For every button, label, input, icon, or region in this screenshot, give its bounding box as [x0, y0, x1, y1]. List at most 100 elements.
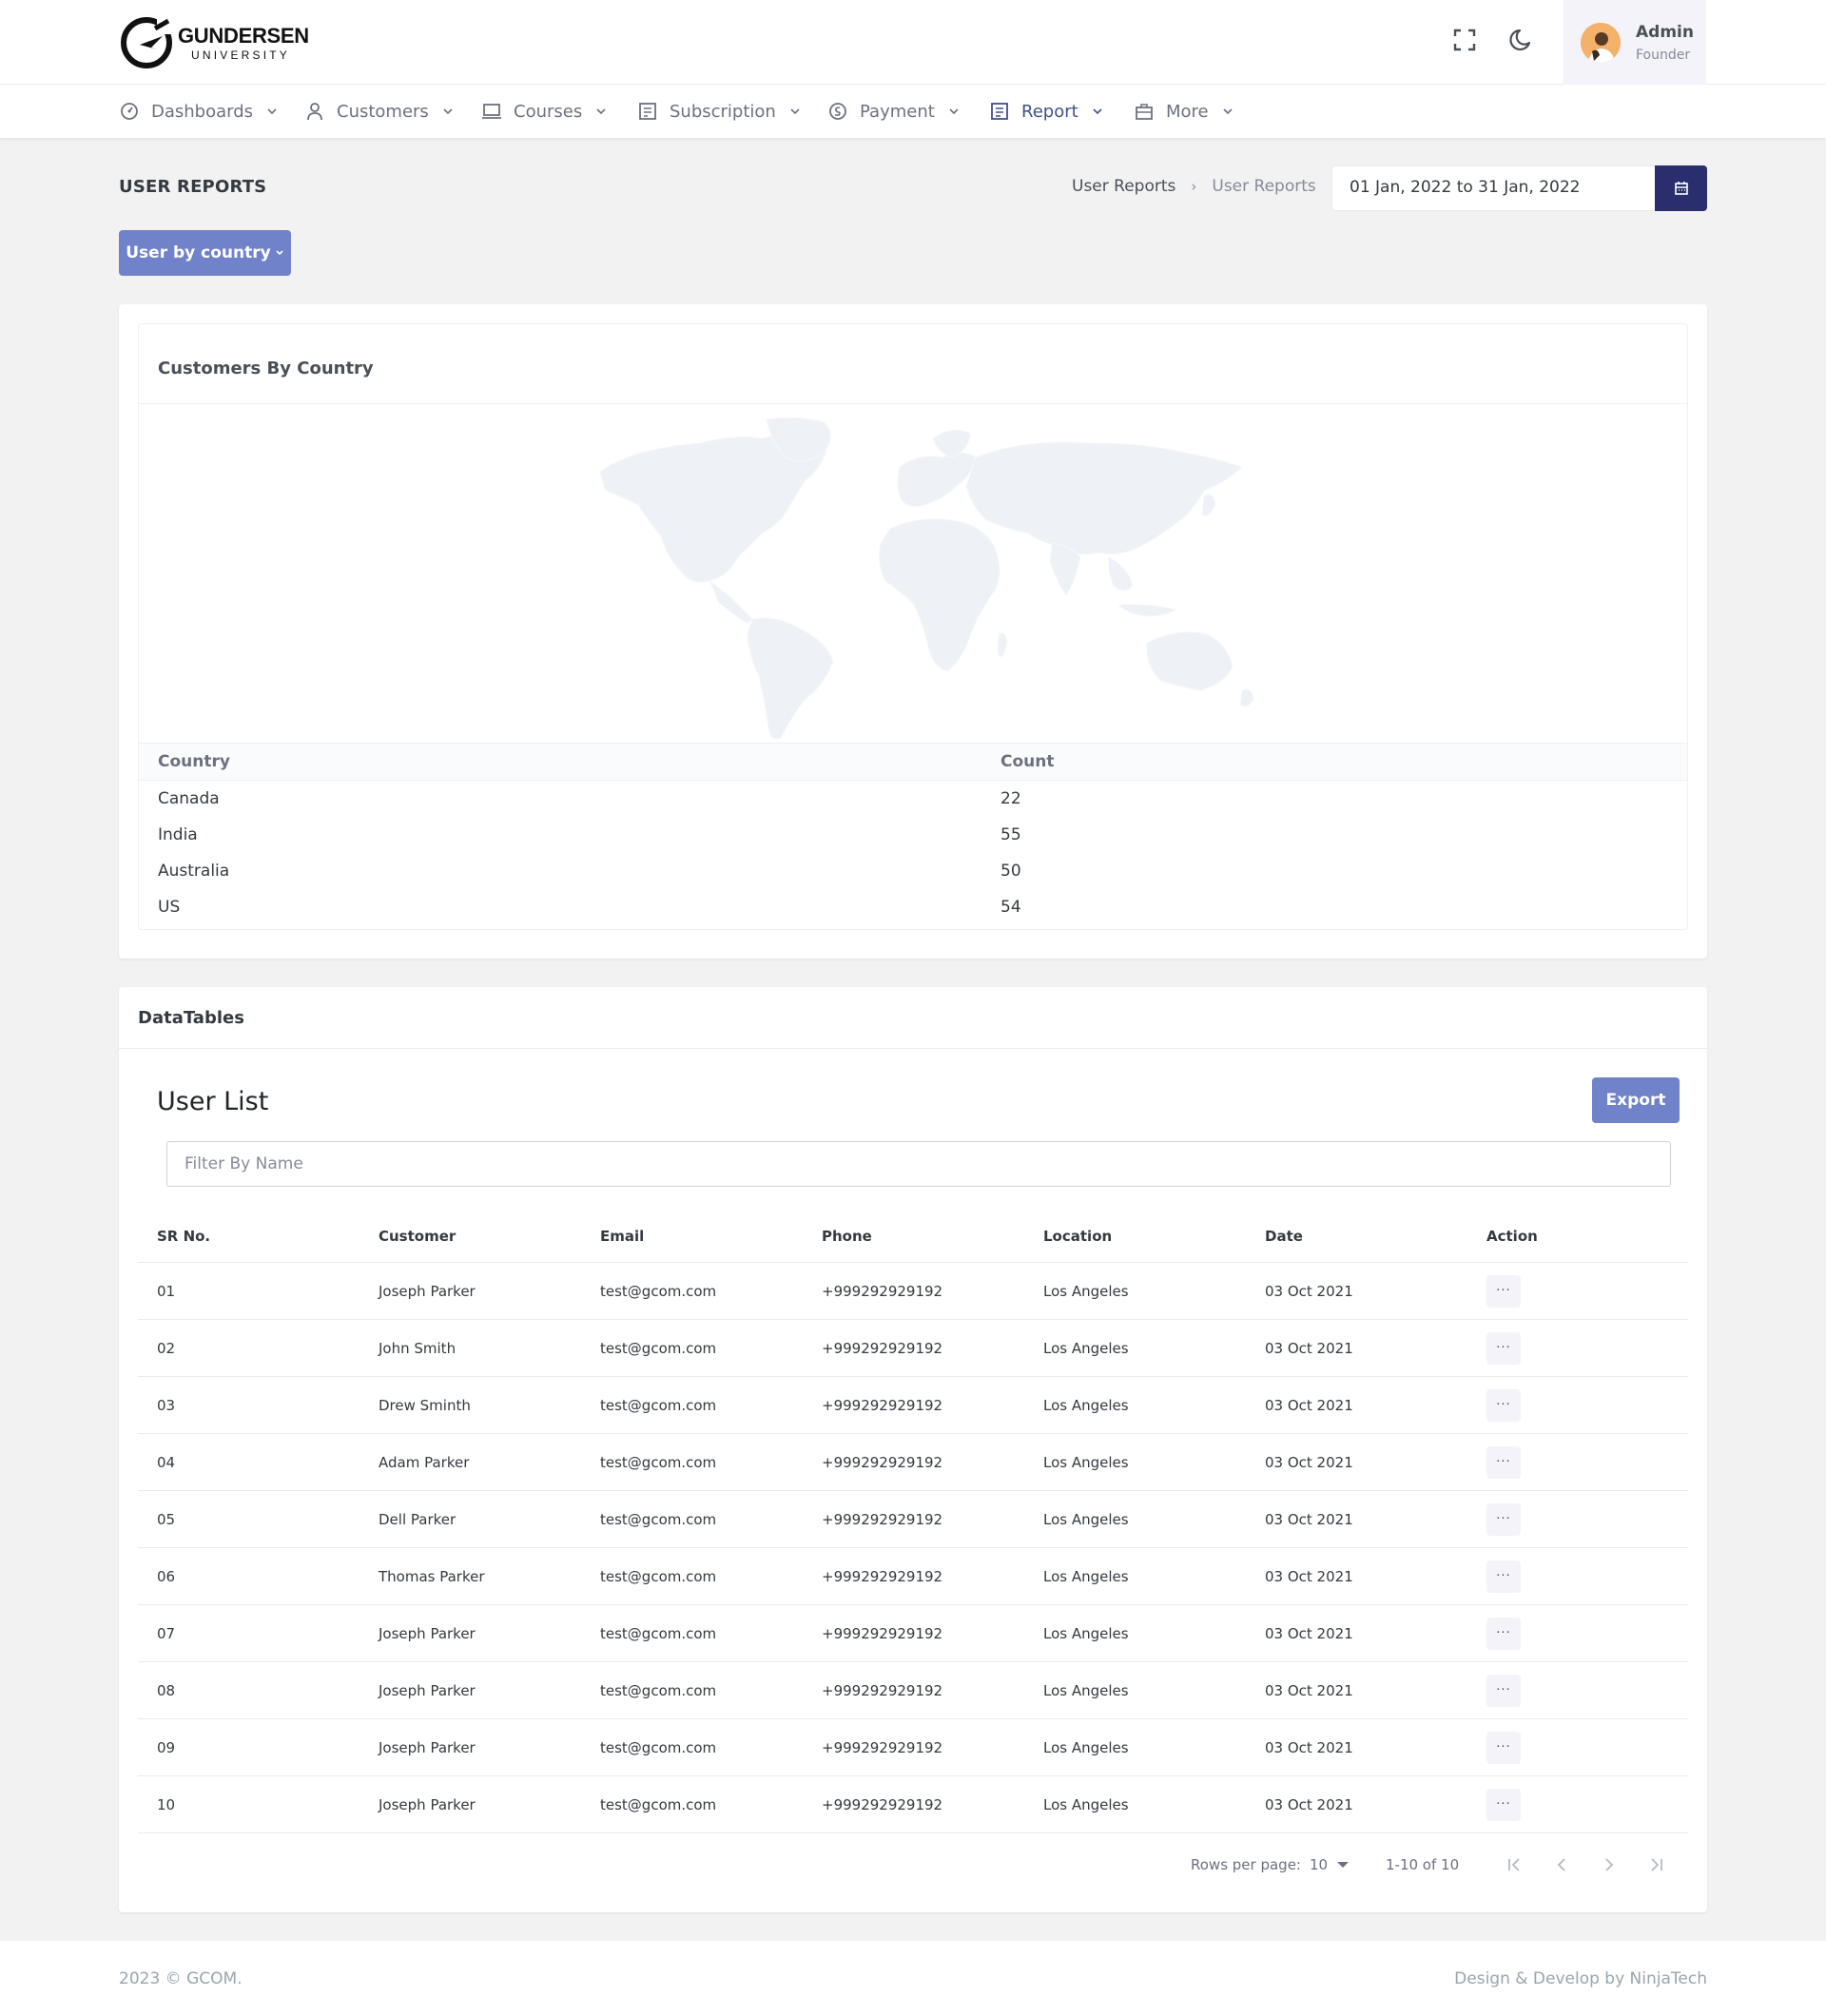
column-header-sr[interactable]: SR No.	[138, 1228, 359, 1245]
rows-per-page-select[interactable]: 10	[1310, 1856, 1350, 1873]
user-list-title: User List	[157, 1087, 269, 1116]
column-header-country: Country	[158, 752, 230, 771]
user-profile-dropdown[interactable]: Admin Founder	[1564, 0, 1706, 85]
chevron-down-icon	[596, 108, 606, 115]
customer-cell: Joseph Parker	[379, 1624, 476, 1642]
chevron-right-icon	[1605, 1858, 1614, 1871]
nav-label: Customers	[337, 101, 429, 122]
column-header-count: Count	[1000, 752, 1055, 771]
first-page-button[interactable]	[1500, 1851, 1528, 1879]
chevron-down-icon	[790, 108, 800, 115]
date-cell: 03 Oct 2021	[1265, 1453, 1353, 1471]
column-header-date[interactable]: Date	[1246, 1228, 1467, 1245]
nav-courses[interactable]: Courses	[481, 85, 607, 138]
more-actions-button[interactable]: ···	[1486, 1788, 1521, 1821]
date-cell: 03 Oct 2021	[1265, 1396, 1353, 1414]
world-map	[139, 405, 1687, 743]
nav-dashboards[interactable]: Dashboards	[119, 85, 278, 138]
email-cell: test@gcom.com	[600, 1510, 717, 1528]
action-cell: ···	[1467, 1331, 1688, 1365]
more-actions-button[interactable]: ···	[1486, 1731, 1521, 1764]
column-header-customer[interactable]: Customer	[359, 1228, 581, 1245]
country-table: Country Count Canada 22 India 55 Austral…	[139, 743, 1687, 925]
footer: 2023 © GCOM. Design & Develop by NinjaTe…	[0, 1941, 1826, 2016]
location-cell: Los Angeles	[1043, 1453, 1129, 1471]
more-actions-button[interactable]: ···	[1486, 1617, 1521, 1650]
nav-label: Courses	[514, 101, 583, 122]
more-actions-button[interactable]: ···	[1486, 1274, 1521, 1308]
brand-name: GUNDERSEN	[178, 23, 309, 48]
nav-report[interactable]: Report	[989, 85, 1103, 138]
action-cell: ···	[1467, 1674, 1688, 1707]
first-page-icon	[1508, 1858, 1520, 1871]
action-cell: ···	[1467, 1274, 1688, 1308]
previous-page-button[interactable]	[1547, 1851, 1576, 1879]
count-cell: 22	[1000, 789, 1021, 808]
card-title: Customers By Country	[139, 324, 1687, 404]
brand-logo[interactable]: GUNDERSEN UNIVERSITY	[119, 15, 309, 70]
email-cell: test@gcom.com	[600, 1681, 717, 1699]
coins-icon	[829, 103, 846, 120]
table-row: US 54	[139, 889, 1687, 925]
action-cell: ···	[1467, 1560, 1688, 1593]
chevron-down-icon	[1223, 108, 1233, 115]
table-row: 06 Thomas Parker test@gcom.com +99929292919…	[138, 1548, 1688, 1605]
user-icon	[307, 103, 322, 121]
location-cell: Los Angeles	[1043, 1738, 1129, 1756]
moon-icon[interactable]	[1506, 27, 1533, 53]
phone-cell: +999292929192	[822, 1510, 943, 1528]
customer-cell: Joseph Parker	[379, 1681, 476, 1699]
email-cell: test@gcom.com	[600, 1282, 717, 1300]
report-icon	[991, 103, 1008, 120]
card-title: DataTables	[119, 987, 1707, 1049]
country-cell: Canada	[158, 789, 220, 808]
filter-by-name-input[interactable]	[166, 1141, 1671, 1187]
customers-by-country-card: Customers By Country Country Count Canad…	[119, 304, 1707, 959]
phone-cell: +999292929192	[822, 1339, 943, 1357]
country-cell: US	[158, 898, 181, 917]
email-cell: test@gcom.com	[600, 1396, 717, 1414]
phone-cell: +999292929192	[822, 1681, 943, 1699]
table-body: 01 Joseph Parker test@gcom.com +99929292919…	[138, 1263, 1688, 1833]
column-header-email[interactable]: Email	[581, 1228, 803, 1245]
breadcrumb-link[interactable]: User Reports	[1072, 177, 1175, 196]
more-actions-button[interactable]: ···	[1486, 1331, 1521, 1365]
more-actions-button[interactable]: ···	[1486, 1388, 1521, 1422]
nav-subscription[interactable]: Subscription	[637, 85, 801, 138]
more-actions-button[interactable]: ···	[1486, 1560, 1521, 1593]
action-cell: ···	[1467, 1502, 1688, 1536]
nav-more[interactable]: More	[1134, 85, 1234, 138]
more-actions-button[interactable]: ···	[1486, 1445, 1521, 1479]
date-cell: 03 Oct 2021	[1265, 1282, 1353, 1300]
column-header-location[interactable]: Location	[1024, 1228, 1246, 1245]
date-cell: 03 Oct 2021	[1265, 1624, 1353, 1642]
nav-customers[interactable]: Customers	[304, 85, 454, 138]
next-page-button[interactable]	[1595, 1851, 1623, 1879]
column-header-phone[interactable]: Phone	[803, 1228, 1024, 1245]
more-actions-button[interactable]: ···	[1486, 1674, 1521, 1707]
user-by-country-dropdown[interactable]: User by country	[119, 230, 291, 276]
export-button[interactable]: Export	[1592, 1077, 1680, 1123]
count-cell: 55	[1000, 825, 1021, 844]
action-cell: ···	[1467, 1388, 1688, 1422]
table-row: 05 Dell Parker test@gcom.com +999292929192 L…	[138, 1491, 1688, 1548]
fullscreen-icon[interactable]	[1451, 27, 1478, 53]
customer-cell: Joseph Parker	[379, 1738, 476, 1756]
customer-cell: John Smith	[379, 1339, 456, 1357]
action-cell: ···	[1467, 1731, 1688, 1764]
customer-cell: Drew Sminth	[379, 1396, 471, 1414]
more-actions-button[interactable]: ···	[1486, 1502, 1521, 1536]
pagination: Rows per page: 10 1-10 of 10	[119, 1851, 1707, 1879]
table-header: SR No. Customer Email Phone Location Dat…	[138, 1210, 1688, 1263]
page-title: USER REPORTS	[119, 177, 267, 197]
nav-payment[interactable]: Payment	[827, 85, 960, 138]
date-range-input[interactable]: 01 Jan, 2022 to 31 Jan, 2022	[1331, 165, 1655, 211]
sr-cell: 04	[157, 1453, 176, 1471]
email-cell: test@gcom.com	[600, 1339, 717, 1357]
last-page-button[interactable]	[1642, 1851, 1671, 1879]
calendar-button[interactable]	[1655, 165, 1707, 211]
rows-per-page-label: Rows per page:	[1191, 1856, 1301, 1873]
phone-cell: +999292929192	[822, 1795, 943, 1813]
date-cell: 03 Oct 2021	[1265, 1795, 1353, 1813]
email-cell: test@gcom.com	[600, 1567, 717, 1585]
